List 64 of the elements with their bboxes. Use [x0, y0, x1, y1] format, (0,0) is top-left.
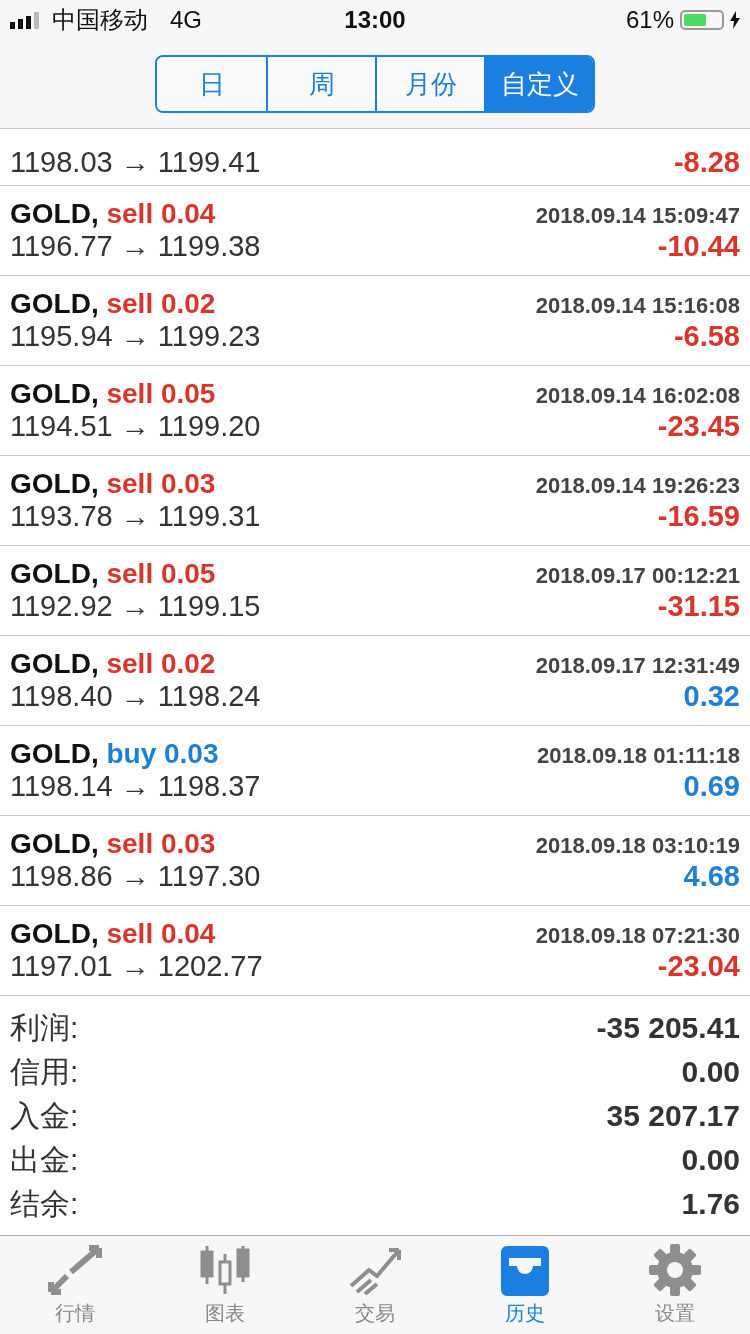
summary-value: -35 205.41	[596, 1011, 740, 1045]
deal-time: 2018.09.14 15:16:08	[535, 293, 740, 319]
deal-title: GOLD, sell 0.03	[10, 828, 216, 860]
summary-value: 35 207.17	[606, 1099, 740, 1133]
price-range: 1195.94 → 1199.23	[10, 320, 261, 353]
candlestick-icon	[199, 1243, 251, 1296]
profit: -16.59	[657, 500, 740, 533]
price-range: 1192.92 → 1199.15	[10, 590, 261, 623]
deal-title: GOLD, sell 0.05	[10, 558, 216, 590]
nav-tab[interactable]: 图表	[150, 1236, 300, 1334]
deal-title: GOLD, sell 0.04	[10, 198, 216, 230]
nav-tab[interactable]: 行情	[0, 1236, 150, 1334]
summary-label: 入金:	[10, 1097, 79, 1134]
deal-time: 2018.09.17 12:31:49	[535, 653, 740, 679]
profit: -23.04	[657, 950, 740, 983]
summary-label: 利润:	[10, 1009, 79, 1046]
deal-title: GOLD, sell 0.05	[10, 378, 216, 410]
deal-title: GOLD, sell 0.04	[10, 918, 216, 950]
deal-title: GOLD, sell 0.02	[10, 288, 216, 320]
price-range: 1198.86 → 1197.30	[10, 860, 261, 893]
price-range: 1193.78 → 1199.31	[10, 500, 261, 533]
profit: -10.44	[657, 230, 740, 263]
profit: -8.28	[673, 146, 740, 179]
summary-label: 信用:	[10, 1053, 79, 1090]
inbox-icon	[499, 1243, 551, 1296]
deal-time: 2018.09.18 01:11:18	[536, 743, 740, 769]
profit: -6.58	[673, 320, 740, 353]
period-tab[interactable]: 自定义	[484, 57, 593, 111]
profit: 0.32	[683, 680, 740, 713]
nav-tab[interactable]: 设置	[600, 1236, 750, 1334]
deal-time: 2018.09.18 07:21:30	[535, 923, 740, 949]
price-range: 1198.14 → 1198.37	[10, 770, 261, 803]
deal-time: 2018.09.18 03:10:19	[535, 833, 740, 859]
deal-time: 2018.09.14 15:09:47	[535, 203, 740, 229]
deal-title: GOLD, sell 0.03	[10, 468, 216, 500]
charging-icon	[730, 11, 740, 29]
summary-value: 0.00	[681, 1055, 740, 1089]
summary-value: 0.00	[681, 1143, 740, 1177]
settings-icon	[649, 1243, 701, 1296]
price-range: 1196.77 → 1199.38	[10, 230, 261, 263]
deal-time: 2018.09.14 19:26:23	[535, 473, 740, 499]
summary-label: 出金:	[10, 1141, 79, 1178]
carrier: 中国移动	[52, 5, 148, 35]
deal-time: 2018.09.17 00:12:21	[535, 563, 740, 589]
price-range: 1198.40 → 1198.24	[10, 680, 261, 713]
arrows-icon	[47, 1243, 103, 1296]
nav-tab[interactable]: 历史	[450, 1236, 600, 1334]
clock: 13:00	[344, 6, 406, 34]
summary-value: 1.76	[681, 1187, 740, 1221]
price-range: 1197.01 → 1202.77	[10, 950, 263, 983]
profit: 4.68	[683, 860, 740, 893]
battery-percent: 61%	[625, 6, 674, 34]
price-range: 1194.51 → 1199.20	[10, 410, 261, 443]
deal-title: GOLD, buy 0.03	[10, 738, 219, 770]
deal-title: GOLD, sell 0.02	[10, 648, 216, 680]
profit: 0.69	[683, 770, 740, 803]
price-range: 1198.03 → 1199.41	[10, 146, 261, 179]
summary-label: 结余:	[10, 1185, 79, 1222]
battery-icon	[680, 10, 724, 30]
nav-tab[interactable]: 交易	[300, 1236, 450, 1334]
profit: -31.15	[657, 590, 740, 623]
profit: -23.45	[657, 410, 740, 443]
network-type: 4G	[170, 6, 202, 34]
deal-time: 2018.09.14 16:02:08	[535, 383, 740, 409]
